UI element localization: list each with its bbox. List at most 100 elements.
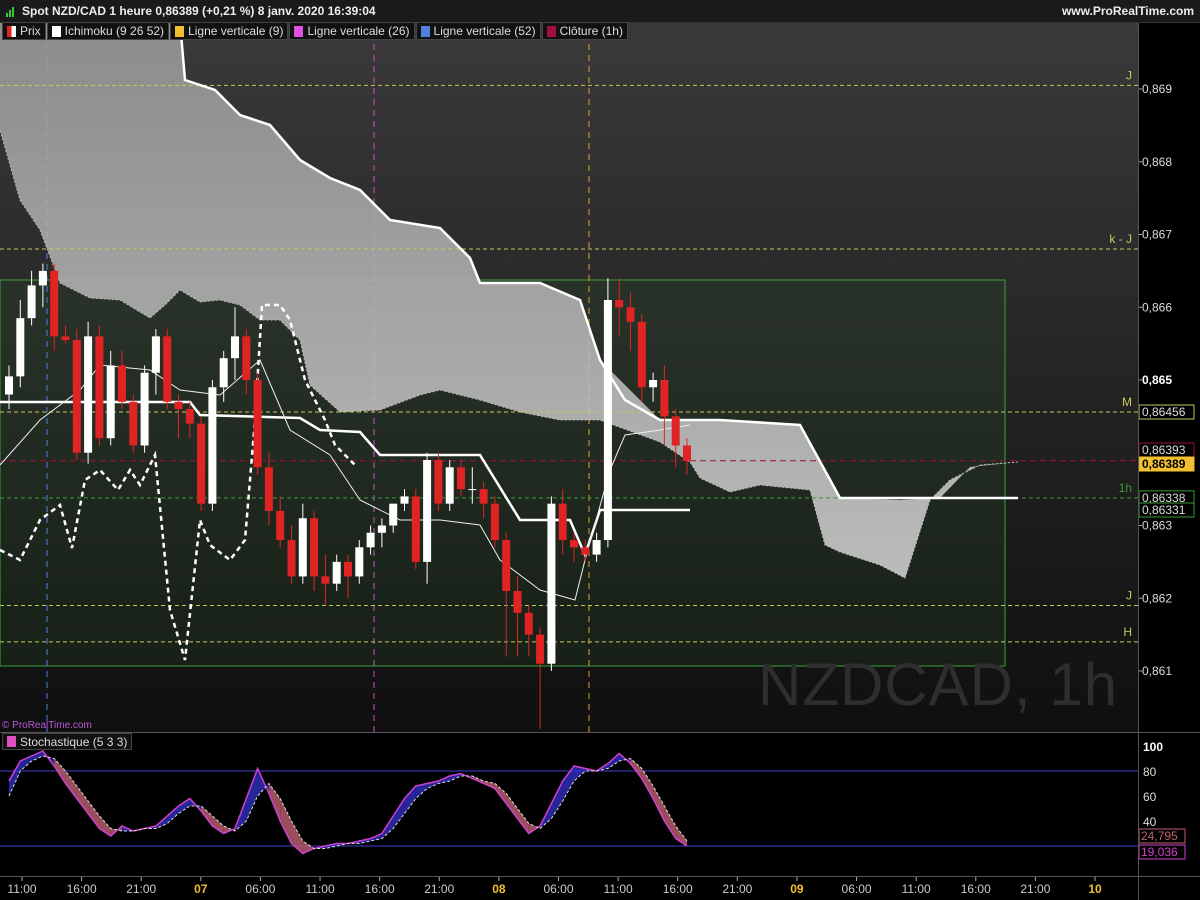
hline-label-0: J: [1126, 68, 1132, 82]
candle-body: [615, 299, 624, 308]
candle-body: [637, 321, 646, 388]
title-bar: Spot NZD/CAD 1 heure 0,86389 (+0,21 %) 8…: [0, 0, 1200, 23]
candle-body: [5, 376, 13, 395]
indicator-legend: Prix Ichimoku (9 26 52) Ligne verticale (9…: [2, 22, 629, 40]
candle-body: [400, 496, 409, 504]
hline-label-5: H: [1123, 625, 1132, 639]
candle-body: [174, 401, 183, 410]
stoch-background: [0, 733, 1138, 876]
y-tick-label: 0,866: [1142, 300, 1172, 314]
candle-body: [603, 299, 612, 541]
y-tick-label: 0,868: [1142, 155, 1172, 169]
y-tick-label: 0,862: [1142, 591, 1172, 605]
x-tick-label: 21:00: [424, 882, 454, 896]
candle-body: [253, 380, 262, 468]
signal-bars-icon: [6, 7, 14, 17]
legend-item-0[interactable]: Prix: [2, 22, 46, 40]
price-tag: 0,86331: [1142, 503, 1186, 517]
candle-body: [264, 467, 273, 511]
stoch-swatch: [7, 736, 16, 747]
stoch-y-label: 80: [1143, 765, 1157, 779]
candle-body: [536, 634, 545, 664]
candle-body: [129, 401, 138, 446]
legend-swatch: [51, 25, 61, 37]
x-tick-label: 21:00: [126, 882, 156, 896]
price-tag: 0,86456: [1142, 405, 1186, 419]
x-tick-label: 09: [790, 882, 804, 896]
x-tick-label: 21:00: [1020, 882, 1050, 896]
price-tag: 0,86389: [1142, 457, 1186, 471]
candle-body: [524, 612, 533, 635]
candle-body: [276, 510, 285, 541]
x-tick-label: 21:00: [722, 882, 752, 896]
candle-body: [72, 339, 81, 453]
legend-item-3[interactable]: Ligne verticale (26): [289, 22, 415, 40]
candle-body: [490, 503, 499, 541]
candle-body: [411, 496, 420, 562]
legend-item-2[interactable]: Ligne verticale (9): [170, 22, 289, 40]
candle-body: [231, 336, 239, 359]
stoch-legend[interactable]: Stochastique (5 3 3): [2, 733, 133, 750]
x-tick-label: 16:00: [663, 882, 693, 896]
candle-body: [513, 590, 522, 613]
x-tick-label: 06:00: [245, 882, 275, 896]
hline-label-2: M: [1122, 395, 1132, 409]
candle-body: [38, 270, 47, 286]
watermark-text: NZDCAD, 1h: [758, 651, 1119, 718]
candle-body: [321, 576, 330, 584]
axis-separator: [1138, 22, 1139, 900]
legend-label: Ligne verticale (26): [307, 24, 410, 38]
x-tick-label: 16:00: [67, 882, 97, 896]
candle-body: [377, 525, 386, 533]
candle-body: [185, 409, 194, 424]
legend-label: Clôture (1h): [559, 24, 623, 38]
candle-body: [445, 467, 454, 504]
legend-item-5[interactable]: Clôture (1h): [541, 22, 628, 40]
x-tick-label: 06:00: [842, 882, 872, 896]
candle-body: [468, 489, 477, 491]
candle-body: [61, 336, 70, 340]
hline-label-1: k - J: [1109, 232, 1132, 246]
candle-body: [581, 547, 590, 555]
candle-body: [592, 540, 601, 555]
legend-label: Ligne verticale (52): [433, 24, 536, 38]
x-tick-label: 11:00: [902, 882, 931, 896]
x-tick-label: 11:00: [305, 882, 334, 896]
stoch-y-label: 40: [1143, 815, 1157, 829]
candle-body: [208, 387, 217, 504]
price-tag: 0,86393: [1142, 443, 1186, 457]
y-tick-label: 0,865: [1142, 373, 1172, 387]
candle-body: [287, 540, 296, 577]
candle-body: [219, 358, 228, 388]
candle-body: [479, 489, 488, 504]
candle-body: [671, 416, 680, 446]
x-tick-label: 06:00: [543, 882, 573, 896]
stoch-tag: 19,036: [1141, 845, 1178, 859]
hline-label-3: 1h: [1119, 481, 1132, 495]
candle-body: [310, 518, 319, 577]
y-tick-label: 0,869: [1142, 82, 1172, 96]
legend-item-4[interactable]: Ligne verticale (52): [415, 22, 541, 40]
x-tick-label: 11:00: [604, 882, 633, 896]
chart-canvas: Jk - J M 1h J H 0,869 0,868 0,867 0,866 0,865 0,8…: [0, 21, 1200, 900]
x-tick-label: 16:00: [961, 882, 991, 896]
x-tick-label: 16:00: [365, 882, 395, 896]
candle-body: [649, 380, 658, 388]
candle-body: [389, 503, 398, 526]
candle-body: [434, 460, 443, 504]
candle-body: [106, 365, 115, 439]
candle-body: [151, 336, 160, 373]
stoch-y-label: 100: [1143, 740, 1163, 754]
legend-swatch: [294, 25, 304, 37]
y-tick-label: 0,867: [1142, 228, 1172, 242]
candle-body: [140, 372, 149, 446]
candle-body: [16, 318, 25, 377]
legend-item-1[interactable]: Ichimoku (9 26 52): [46, 22, 170, 40]
brand-link[interactable]: www.ProRealTime.com: [1062, 4, 1194, 18]
candle-body: [366, 532, 375, 548]
x-tick-label: 10: [1088, 882, 1102, 896]
candle-body: [118, 365, 126, 402]
stoch-label: Stochastique (5 3 3): [20, 734, 128, 749]
candle-body: [558, 503, 567, 541]
candle-body: [27, 285, 36, 319]
